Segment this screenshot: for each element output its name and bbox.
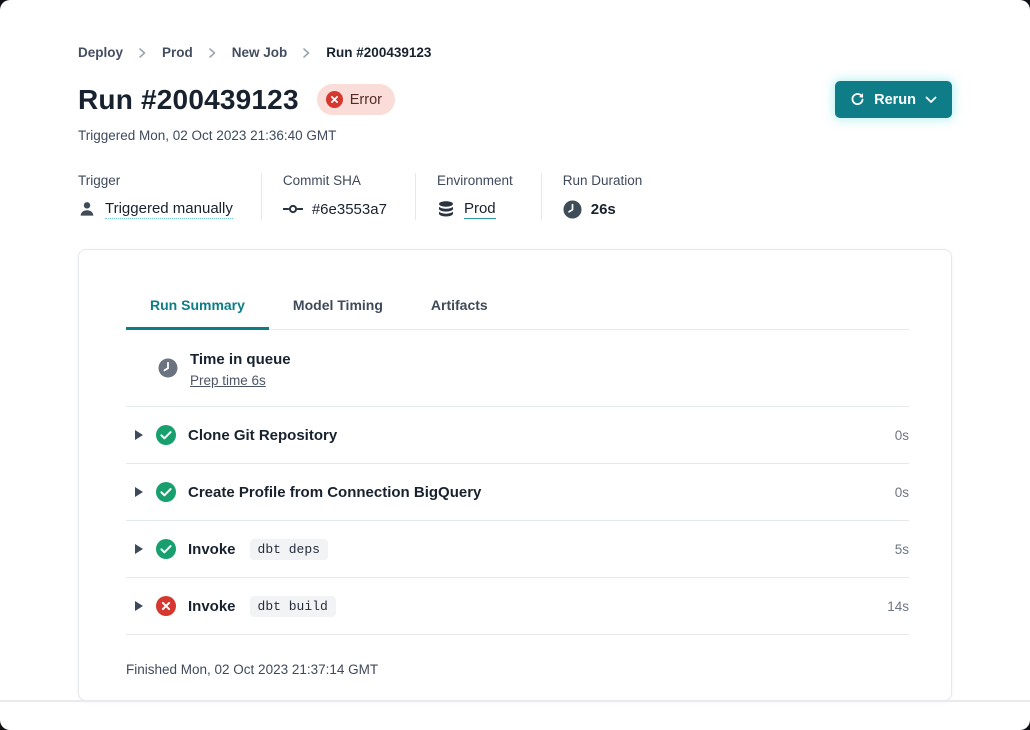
clock-icon — [158, 358, 178, 378]
page-bottom-divider — [0, 700, 1030, 702]
success-icon — [156, 425, 176, 445]
prep-time-link[interactable]: Prep time 6s — [190, 372, 266, 390]
expand-triangle-icon[interactable] — [134, 600, 144, 612]
queue-title: Time in queue — [190, 349, 291, 370]
step-label: Invoke — [188, 598, 236, 615]
tab-bar: Run Summary Model Timing Artifacts — [126, 295, 909, 330]
commit-sha-value: #6e3553a7 — [312, 201, 387, 218]
breadcrumb-deploy[interactable]: Deploy — [78, 45, 123, 60]
step-duration: 14s — [887, 599, 909, 614]
queue-section: Time in queue Prep time 6s — [126, 330, 909, 407]
step-label: Clone Git Repository — [188, 427, 337, 444]
rerun-button[interactable]: Rerun — [835, 81, 952, 118]
meta-environment: Environment Prod — [437, 173, 542, 220]
command-chip: dbt build — [250, 596, 336, 617]
step-row-clone-git[interactable]: Clone Git Repository 0s — [126, 407, 909, 464]
page-title: Run #200439123 — [78, 84, 299, 116]
chevron-down-icon — [925, 96, 937, 104]
meta-label-commit: Commit SHA — [283, 173, 387, 188]
breadcrumb-prod[interactable]: Prod — [162, 45, 193, 60]
status-badge: Error — [317, 84, 395, 115]
meta-label-trigger: Trigger — [78, 173, 233, 188]
step-label: Create Profile from Connection BigQuery — [188, 484, 481, 501]
expand-triangle-icon[interactable] — [134, 486, 144, 498]
status-badge-label: Error — [350, 92, 382, 108]
meta-label-duration: Run Duration — [563, 173, 643, 188]
expand-triangle-icon[interactable] — [134, 543, 144, 555]
success-icon — [156, 539, 176, 559]
header: Run #200439123 Error Rerun — [78, 81, 952, 118]
tab-run-summary[interactable]: Run Summary — [126, 295, 269, 330]
step-row-dbt-deps[interactable]: Invoke dbt deps 5s — [126, 521, 909, 578]
breadcrumb-new-job[interactable]: New Job — [232, 45, 288, 60]
chevron-right-icon — [138, 47, 147, 59]
step-duration: 0s — [895, 485, 909, 500]
chevron-right-icon — [208, 47, 217, 59]
step-duration: 5s — [895, 542, 909, 557]
rerun-label: Rerun — [874, 92, 916, 108]
refresh-icon — [850, 92, 865, 107]
triggered-timestamp: Triggered Mon, 02 Oct 2023 21:36:40 GMT — [78, 128, 952, 143]
step-row-create-profile[interactable]: Create Profile from Connection BigQuery … — [126, 464, 909, 521]
command-chip: dbt deps — [250, 539, 328, 560]
tab-artifacts[interactable]: Artifacts — [407, 295, 512, 330]
run-summary-card: Run Summary Model Timing Artifacts Time … — [78, 249, 952, 701]
breadcrumb: Deploy Prod New Job Run #200439123 — [78, 0, 952, 60]
environment-link[interactable]: Prod — [464, 200, 496, 219]
commit-icon — [283, 202, 303, 216]
meta-commit-sha: Commit SHA #6e3553a7 — [283, 173, 416, 220]
run-meta: Trigger Triggered manually Commit SHA — [78, 173, 952, 220]
step-label: Invoke — [188, 541, 236, 558]
run-duration-value: 26s — [591, 201, 616, 218]
meta-label-environment: Environment — [437, 173, 513, 188]
clock-icon — [563, 200, 582, 219]
step-duration: 0s — [895, 428, 909, 443]
expand-triangle-icon[interactable] — [134, 429, 144, 441]
person-icon — [78, 200, 96, 218]
finished-timestamp: Finished Mon, 02 Oct 2023 21:37:14 GMT — [126, 635, 909, 677]
trigger-value[interactable]: Triggered manually — [105, 200, 233, 219]
database-icon — [437, 200, 455, 218]
breadcrumb-current-run: Run #200439123 — [326, 45, 431, 60]
chevron-right-icon — [302, 47, 311, 59]
run-detail-page: Deploy Prod New Job Run #200439123 Run #… — [0, 0, 1030, 730]
meta-run-duration: Run Duration 26s — [563, 173, 671, 220]
tab-model-timing[interactable]: Model Timing — [269, 295, 407, 330]
error-circle-icon — [326, 91, 343, 108]
step-row-dbt-build[interactable]: Invoke dbt build 14s — [126, 578, 909, 635]
meta-trigger: Trigger Triggered manually — [78, 173, 262, 220]
success-icon — [156, 482, 176, 502]
error-icon — [156, 596, 176, 616]
